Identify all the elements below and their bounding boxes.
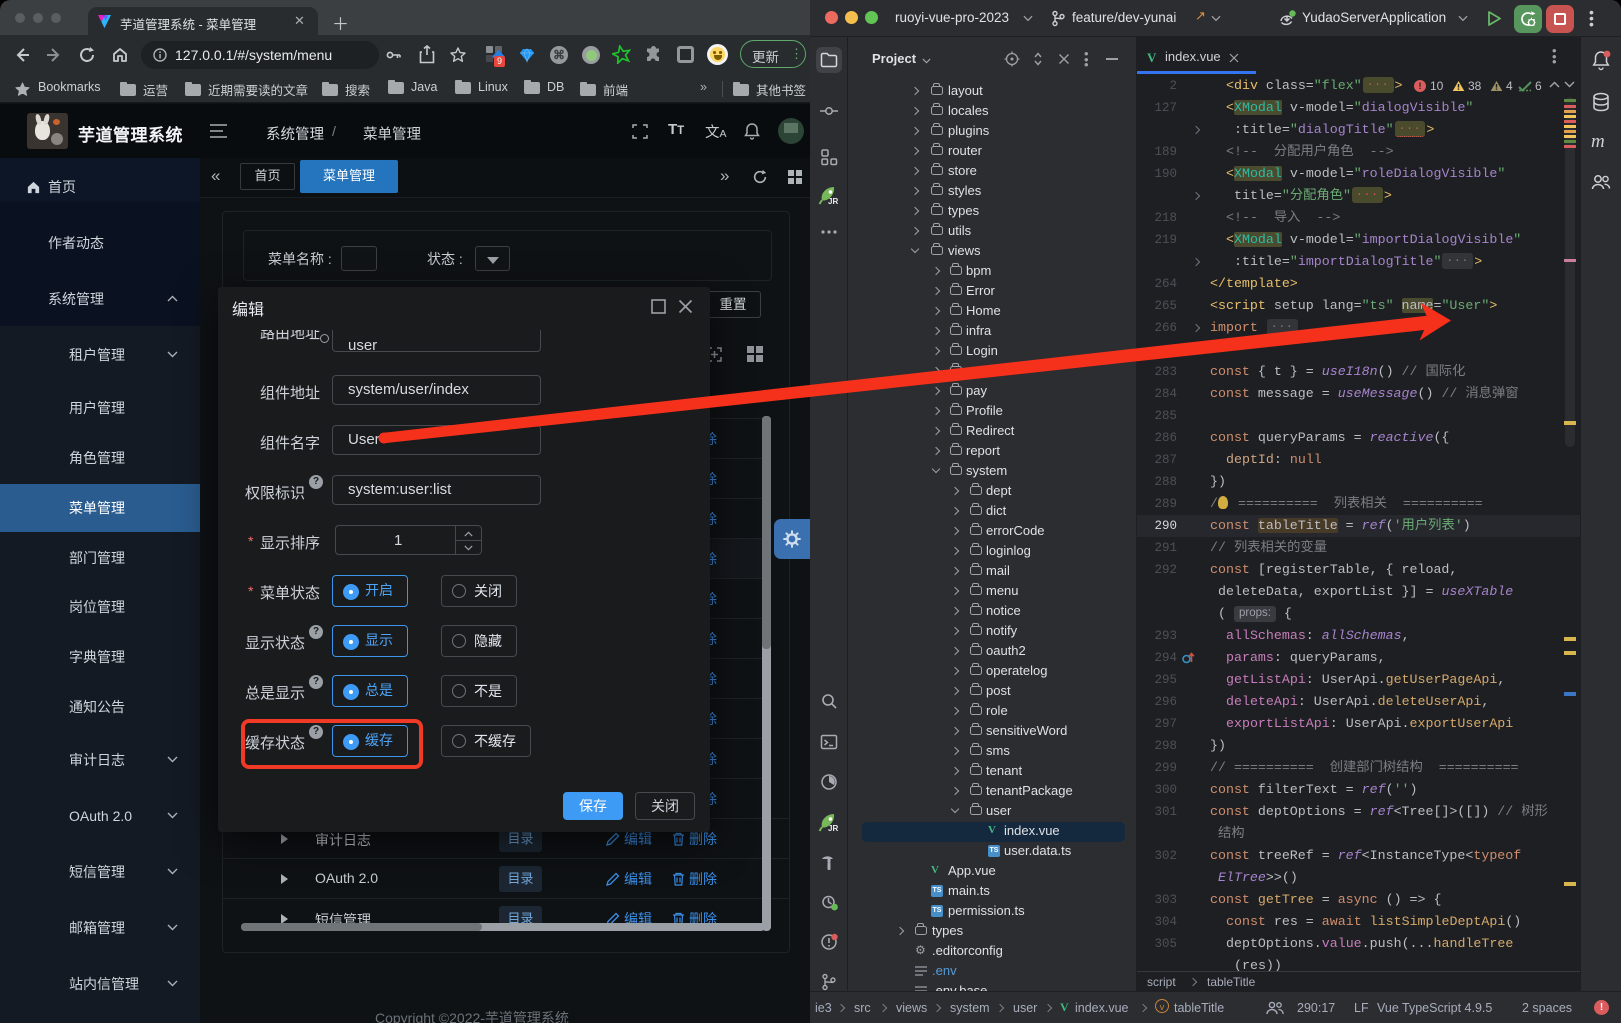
svg-text:JR: JR — [828, 197, 838, 206]
svg-text:JR: JR — [828, 824, 838, 833]
